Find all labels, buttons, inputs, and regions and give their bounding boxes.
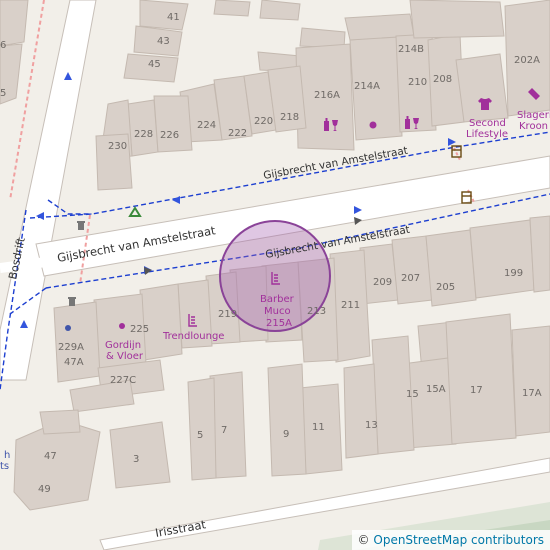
house-number: 208 [433, 74, 452, 85]
house-number: 218 [280, 112, 299, 123]
poi-label-second-lifestyle: Second [469, 118, 506, 129]
house-number: 219 [218, 309, 237, 320]
house-number: 230 [108, 141, 127, 152]
house-number: 9 [283, 429, 289, 440]
house-number: 15 [406, 389, 419, 400]
house-number: 13 [365, 420, 378, 431]
house-number: 227C [110, 375, 136, 386]
map-attribution: © OpenStreetMap contributors [351, 530, 550, 550]
house-number: 225 [130, 324, 149, 335]
attribution-link[interactable]: OpenStreetMap contributors [373, 533, 544, 547]
house-number: 41 [167, 12, 180, 23]
house-number: 211 [341, 300, 360, 311]
house-number: 15A [426, 384, 446, 395]
poi-label-barber: Muco [264, 306, 291, 317]
copyright-symbol: © [357, 533, 370, 547]
house-number: 210 [408, 77, 427, 88]
house-number: 214B [398, 44, 424, 55]
shop-dot-icon[interactable] [65, 325, 71, 331]
street-label-gijsbrecht-upper: Gijsbrecht van Amstelstraat [262, 145, 408, 182]
poi-label-slagerij: Slageri [517, 110, 550, 121]
house-number: 207 [401, 273, 420, 284]
recycling-icon[interactable] [128, 206, 142, 217]
map-layer: Gijsbrecht van Amstelstraat Gijsbrecht v… [0, 0, 550, 550]
house-number: 226 [160, 130, 179, 141]
house-number: 7 [221, 425, 227, 436]
house-number: 202A [514, 55, 540, 66]
house-number: 17 [470, 385, 483, 396]
poi-label-trendlounge: Trendlounge [162, 331, 224, 342]
house-number: 3 [133, 454, 139, 465]
poi-label-barber: Barber [260, 294, 295, 305]
house-number: 5 [0, 88, 6, 99]
poi-label-edge: h [4, 450, 10, 461]
poi-label-slagerij: Kroon [519, 121, 548, 132]
house-number: 214A [354, 81, 380, 92]
poi-label-gordijn: & Vloer [106, 351, 144, 362]
house-number: 43 [157, 36, 170, 47]
house-number: 209 [373, 277, 392, 288]
house-number: 5 [197, 430, 203, 441]
poi-label-gordijn: Gordijn [105, 340, 141, 351]
house-number: 6 [0, 40, 6, 51]
map-canvas[interactable]: Gijsbrecht van Amstelstraat Gijsbrecht v… [0, 0, 550, 550]
house-number: 199 [504, 268, 523, 279]
house-number: 47A [64, 357, 84, 368]
house-number: 229A [58, 342, 84, 353]
house-number: 205 [436, 282, 455, 293]
poi-label-second-lifestyle: Lifestyle [466, 129, 508, 140]
poi-label-barber-number: 215A [266, 318, 292, 329]
house-number: 45 [148, 59, 161, 70]
house-number: 47 [44, 451, 57, 462]
house-number: 213 [307, 306, 326, 317]
house-number: 17A [522, 388, 542, 399]
house-number: 216A [314, 90, 340, 101]
house-number: 228 [134, 129, 153, 140]
poi-label-edge: ts [0, 461, 9, 472]
house-number: 49 [38, 484, 51, 495]
house-number: 224 [197, 120, 216, 131]
house-number: 222 [228, 128, 247, 139]
house-number: 220 [254, 116, 273, 127]
shop-dot-icon[interactable] [369, 121, 377, 129]
shop-dot-icon[interactable] [119, 323, 125, 329]
house-number: 11 [312, 422, 325, 433]
